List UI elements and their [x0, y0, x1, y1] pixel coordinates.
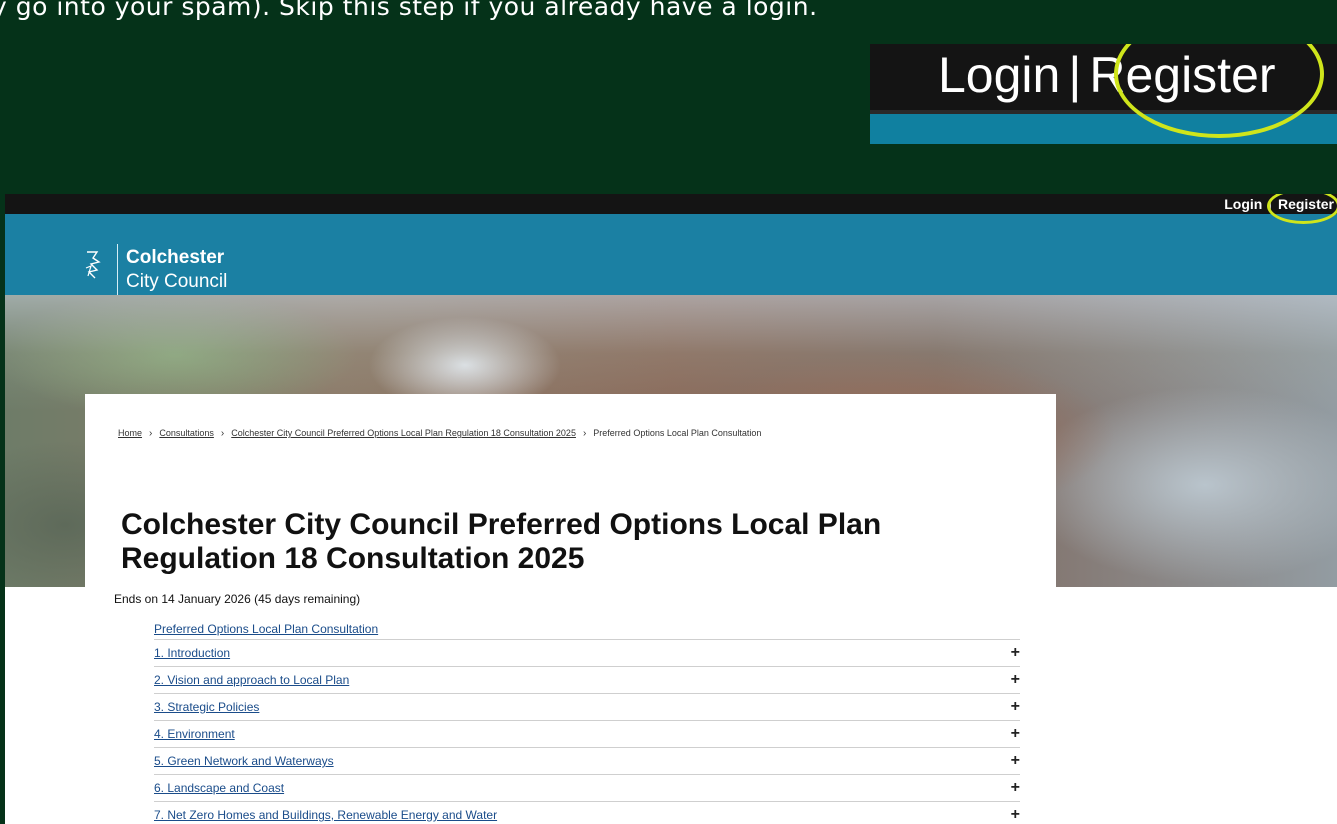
zoom-login-link[interactable]: Login — [938, 47, 1060, 103]
breadcrumb-current: Preferred Options Local Plan Consultatio… — [593, 428, 762, 438]
breadcrumb-consultations[interactable]: Consultations — [159, 428, 214, 438]
instruction-text: y go into your spam). Skip this step if … — [0, 0, 818, 21]
toc-row: 5. Green Network and Waterways + — [154, 748, 1020, 775]
toc-row: 2. Vision and approach to Local Plan + — [154, 667, 1020, 694]
page-title: Colchester City Council Preferred Option… — [121, 508, 882, 575]
brand-name-line2[interactable]: City Council — [126, 271, 227, 293]
table-of-contents: Preferred Options Local Plan Consultatio… — [154, 618, 1020, 824]
toc-row: 1. Introduction + — [154, 640, 1020, 667]
toc-row: 4. Environment + — [154, 721, 1020, 748]
breadcrumb-consultation-event[interactable]: Colchester City Council Preferred Option… — [231, 428, 576, 438]
consultation-end-date: Ends on 14 January 2026 (45 days remaini… — [114, 592, 361, 606]
expand-plus-icon[interactable]: + — [1011, 802, 1020, 824]
zoom-pipe: | — [1068, 47, 1082, 103]
zoom-callout: Login | Register — [870, 44, 1337, 144]
toc-link-environment[interactable]: 4. Environment — [154, 727, 235, 741]
toc-row: 3. Strategic Policies + — [154, 694, 1020, 721]
toc-link-vision[interactable]: 2. Vision and approach to Local Plan — [154, 673, 349, 687]
breadcrumb-separator: › — [582, 428, 587, 439]
toc-link-main[interactable]: Preferred Options Local Plan Consultatio… — [154, 618, 1020, 640]
expand-plus-icon[interactable]: + — [1011, 694, 1020, 720]
toc-link-strategic-policies[interactable]: 3. Strategic Policies — [154, 700, 259, 714]
content-card: Home › Consultations › Colchester City Counc… — [85, 394, 1056, 824]
breadcrumb-separator: › — [220, 428, 225, 439]
toc-row: 7. Net Zero Homes and Buildings, Renewab… — [154, 802, 1020, 824]
toc-link-green-network[interactable]: 5. Green Network and Waterways — [154, 754, 334, 768]
utility-bar: Login | Register — [5, 194, 1337, 214]
expand-plus-icon[interactable]: + — [1011, 721, 1020, 747]
toc-row: 6. Landscape and Coast + — [154, 775, 1020, 802]
site-header: Colchester City Council — [5, 214, 1337, 302]
breadcrumb-home[interactable]: Home — [118, 428, 142, 438]
toc-link-landscape-coast[interactable]: 6. Landscape and Coast — [154, 781, 284, 795]
breadcrumb-separator: › — [149, 428, 153, 439]
expand-plus-icon[interactable]: + — [1011, 667, 1020, 693]
breadcrumb: Home › Consultations › Colchester City Counc… — [118, 428, 761, 439]
expand-plus-icon[interactable]: + — [1011, 640, 1020, 666]
toc-link-introduction[interactable]: 1. Introduction — [154, 646, 230, 660]
expand-plus-icon[interactable]: + — [1011, 748, 1020, 774]
expand-plus-icon[interactable]: + — [1011, 775, 1020, 801]
toc-link-net-zero[interactable]: 7. Net Zero Homes and Buildings, Renewab… — [154, 808, 497, 822]
login-link[interactable]: Login — [1224, 196, 1262, 212]
colchester-logo-icon[interactable] — [83, 250, 107, 280]
logo-divider — [117, 244, 118, 302]
brand-name-line1[interactable]: Colchester — [126, 247, 224, 269]
website-screenshot: Login | Register Colchester City Council H… — [5, 194, 1337, 824]
